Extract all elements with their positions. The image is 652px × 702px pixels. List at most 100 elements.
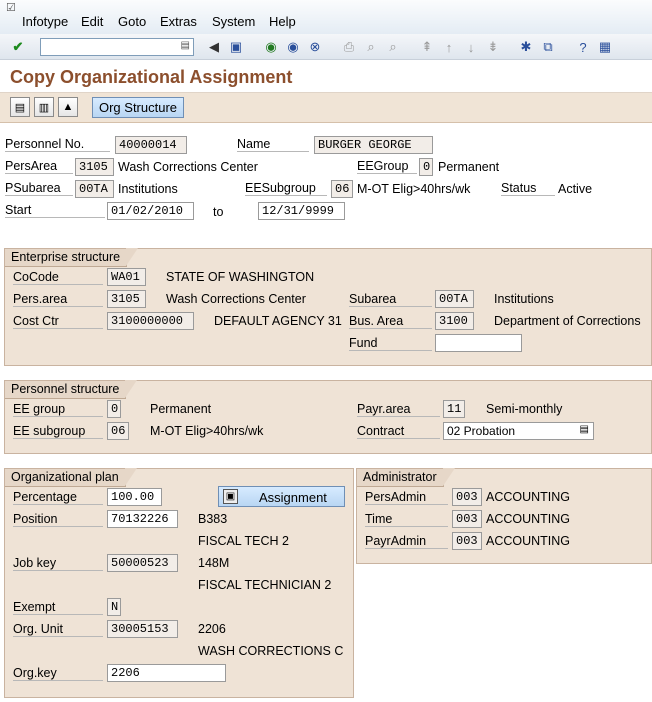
orgunit-field[interactable]: 30005153 bbox=[107, 620, 178, 638]
display-change-icon[interactable]: ▤ bbox=[10, 97, 30, 117]
cocode-field[interactable]: WA01 bbox=[107, 268, 146, 286]
menu-system[interactable]: System bbox=[212, 14, 255, 29]
last-page-icon[interactable]: ⇟ bbox=[484, 38, 502, 56]
previous-page-icon[interactable]: ↑ bbox=[440, 38, 458, 56]
help-icon[interactable]: ? bbox=[574, 38, 592, 56]
first-page-icon[interactable]: ⇞ bbox=[418, 38, 436, 56]
eegroup-field[interactable]: 0 bbox=[419, 158, 433, 176]
time-text: ACCOUNTING bbox=[486, 512, 571, 526]
org-structure-button[interactable]: Org Structure bbox=[92, 97, 184, 118]
orgunit-text: WASH CORRECTIONS C bbox=[198, 644, 344, 658]
window-menu-icon[interactable]: ☑ bbox=[6, 1, 16, 14]
prev-icon[interactable]: ◀ bbox=[205, 38, 223, 56]
create-session-icon[interactable]: ✱ bbox=[517, 38, 535, 56]
end-date-field[interactable]: 12/31/9999 bbox=[258, 202, 345, 220]
page-title: Copy Organizational Assignment bbox=[10, 67, 293, 87]
exempt-field[interactable]: N bbox=[107, 598, 121, 616]
layout-menu-icon[interactable]: ▦ bbox=[596, 38, 614, 56]
position-text: FISCAL TECH 2 bbox=[198, 534, 289, 548]
start-date-field[interactable]: 01/02/2010 bbox=[107, 202, 194, 220]
ent-persarea-field[interactable]: 3105 bbox=[107, 290, 146, 308]
standard-toolbar: ✔ ▤ ◀ ▣ ◉ ◉ ⊗ ⎙ ⌕ ⌕ ⇞ ↑ ↓ ⇟ ✱ ⧉ ? ▦ bbox=[0, 34, 652, 60]
command-history-icon[interactable]: ▤ bbox=[181, 40, 190, 51]
exempt-label: Exempt bbox=[13, 600, 103, 615]
contract-dropdown-icon[interactable]: ▤ bbox=[580, 424, 589, 435]
personnel-no-label: Personnel No. bbox=[5, 137, 110, 152]
psubarea-text: Institutions bbox=[118, 182, 178, 196]
name-field[interactable]: BURGER GEORGE bbox=[314, 136, 433, 154]
payradmin-field[interactable]: 003 bbox=[452, 532, 482, 550]
subarea-text: Institutions bbox=[494, 292, 554, 306]
orgkey-label: Org.key bbox=[13, 666, 103, 681]
fund-field[interactable] bbox=[435, 334, 522, 352]
busarea-text: Department of Corrections bbox=[494, 314, 641, 328]
menu-bar: ☑ Infotype Edit Goto Extras System Help bbox=[0, 0, 652, 34]
print-icon[interactable]: ⎙ bbox=[340, 38, 358, 56]
menu-infotype[interactable]: Infotype bbox=[22, 14, 68, 29]
start-label: Start bbox=[5, 203, 105, 218]
pers-eegroup-field[interactable]: 0 bbox=[107, 400, 121, 418]
jobkey-field[interactable]: 50000523 bbox=[107, 554, 178, 572]
persadmin-field[interactable]: 003 bbox=[452, 488, 482, 506]
pers-eesubgroup-field[interactable]: 06 bbox=[107, 422, 129, 440]
fund-label: Fund bbox=[349, 336, 432, 351]
menu-edit[interactable]: Edit bbox=[81, 14, 103, 29]
contract-select[interactable]: 02 Probation ▤ bbox=[443, 422, 594, 440]
persarea-label: PersArea bbox=[5, 159, 73, 174]
shortcut-icon[interactable]: ⧉ bbox=[539, 38, 557, 56]
psubarea-field[interactable]: 00TA bbox=[75, 180, 114, 198]
orgunit-short-text: 2206 bbox=[198, 622, 226, 636]
payradmin-label: PayrAdmin bbox=[365, 534, 448, 549]
persadmin-text: ACCOUNTING bbox=[486, 490, 571, 504]
overview-icon[interactable]: ▥ bbox=[34, 97, 54, 117]
assignment-button[interactable]: ▣ Assignment bbox=[218, 486, 345, 507]
menu-help[interactable]: Help bbox=[269, 14, 296, 29]
ent-persarea-text: Wash Corrections Center bbox=[166, 292, 306, 306]
exit-icon[interactable]: ◉ bbox=[284, 38, 302, 56]
cancel-icon[interactable]: ⊗ bbox=[306, 38, 324, 56]
next-page-icon[interactable]: ↓ bbox=[462, 38, 480, 56]
menu-goto[interactable]: Goto bbox=[118, 14, 146, 29]
pers-eesubgroup-label: EE subgroup bbox=[13, 424, 103, 439]
find-next-icon[interactable]: ⌕ bbox=[384, 38, 402, 56]
persarea-field[interactable]: 3105 bbox=[75, 158, 114, 176]
percentage-label: Percentage bbox=[13, 490, 103, 505]
save-icon[interactable]: ▣ bbox=[227, 38, 245, 56]
assignment-label: Assignment bbox=[259, 490, 327, 505]
orgunit-label: Org. Unit bbox=[13, 622, 103, 637]
find-icon[interactable]: ⌕ bbox=[362, 38, 380, 56]
eesubgroup-field[interactable]: 06 bbox=[331, 180, 353, 198]
enter-icon[interactable]: ✔ bbox=[9, 38, 27, 56]
position-field[interactable]: 70132226 bbox=[107, 510, 178, 528]
eegroup-label: EEGroup bbox=[357, 159, 417, 174]
status-label: Status bbox=[501, 181, 555, 196]
enterprise-structure-group: Enterprise structure bbox=[4, 248, 652, 366]
personnel-no-field[interactable]: 40000014 bbox=[115, 136, 187, 154]
payrarea-field[interactable]: 11 bbox=[443, 400, 465, 418]
payrarea-text: Semi-monthly bbox=[486, 402, 563, 416]
pers-eesubgroup-text: M-OT Elig>40hrs/wk bbox=[150, 424, 264, 438]
pers-eegroup-text: Permanent bbox=[150, 402, 212, 416]
personnel-structure-group: Personnel structure bbox=[4, 380, 652, 454]
busarea-field[interactable]: 3100 bbox=[435, 312, 474, 330]
psubarea-label: PSubarea bbox=[5, 181, 73, 196]
to-label: to bbox=[213, 205, 224, 219]
time-field[interactable]: 003 bbox=[452, 510, 482, 528]
ent-persarea-label: Pers.area bbox=[13, 292, 103, 307]
eesubgroup-label: EESubgroup bbox=[245, 181, 327, 196]
back-icon[interactable]: ◉ bbox=[262, 38, 280, 56]
command-field[interactable]: ▤ bbox=[40, 38, 194, 56]
orgkey-field[interactable]: 2206 bbox=[107, 664, 226, 682]
time-label: Time bbox=[365, 512, 448, 527]
administrator-title: Administrator bbox=[357, 468, 455, 487]
image-icon[interactable]: ▲ bbox=[58, 97, 78, 117]
costctr-field[interactable]: 3100000000 bbox=[107, 312, 194, 330]
status-text: Active bbox=[558, 182, 593, 196]
subarea-label: Subarea bbox=[349, 292, 432, 307]
subarea-field[interactable]: 00TA bbox=[435, 290, 474, 308]
payradmin-text: ACCOUNTING bbox=[486, 534, 571, 548]
menu-extras[interactable]: Extras bbox=[160, 14, 197, 29]
pers-eegroup-label: EE group bbox=[13, 402, 103, 417]
jobkey-label: Job key bbox=[13, 556, 103, 571]
percentage-field[interactable]: 100.00 bbox=[107, 488, 162, 506]
